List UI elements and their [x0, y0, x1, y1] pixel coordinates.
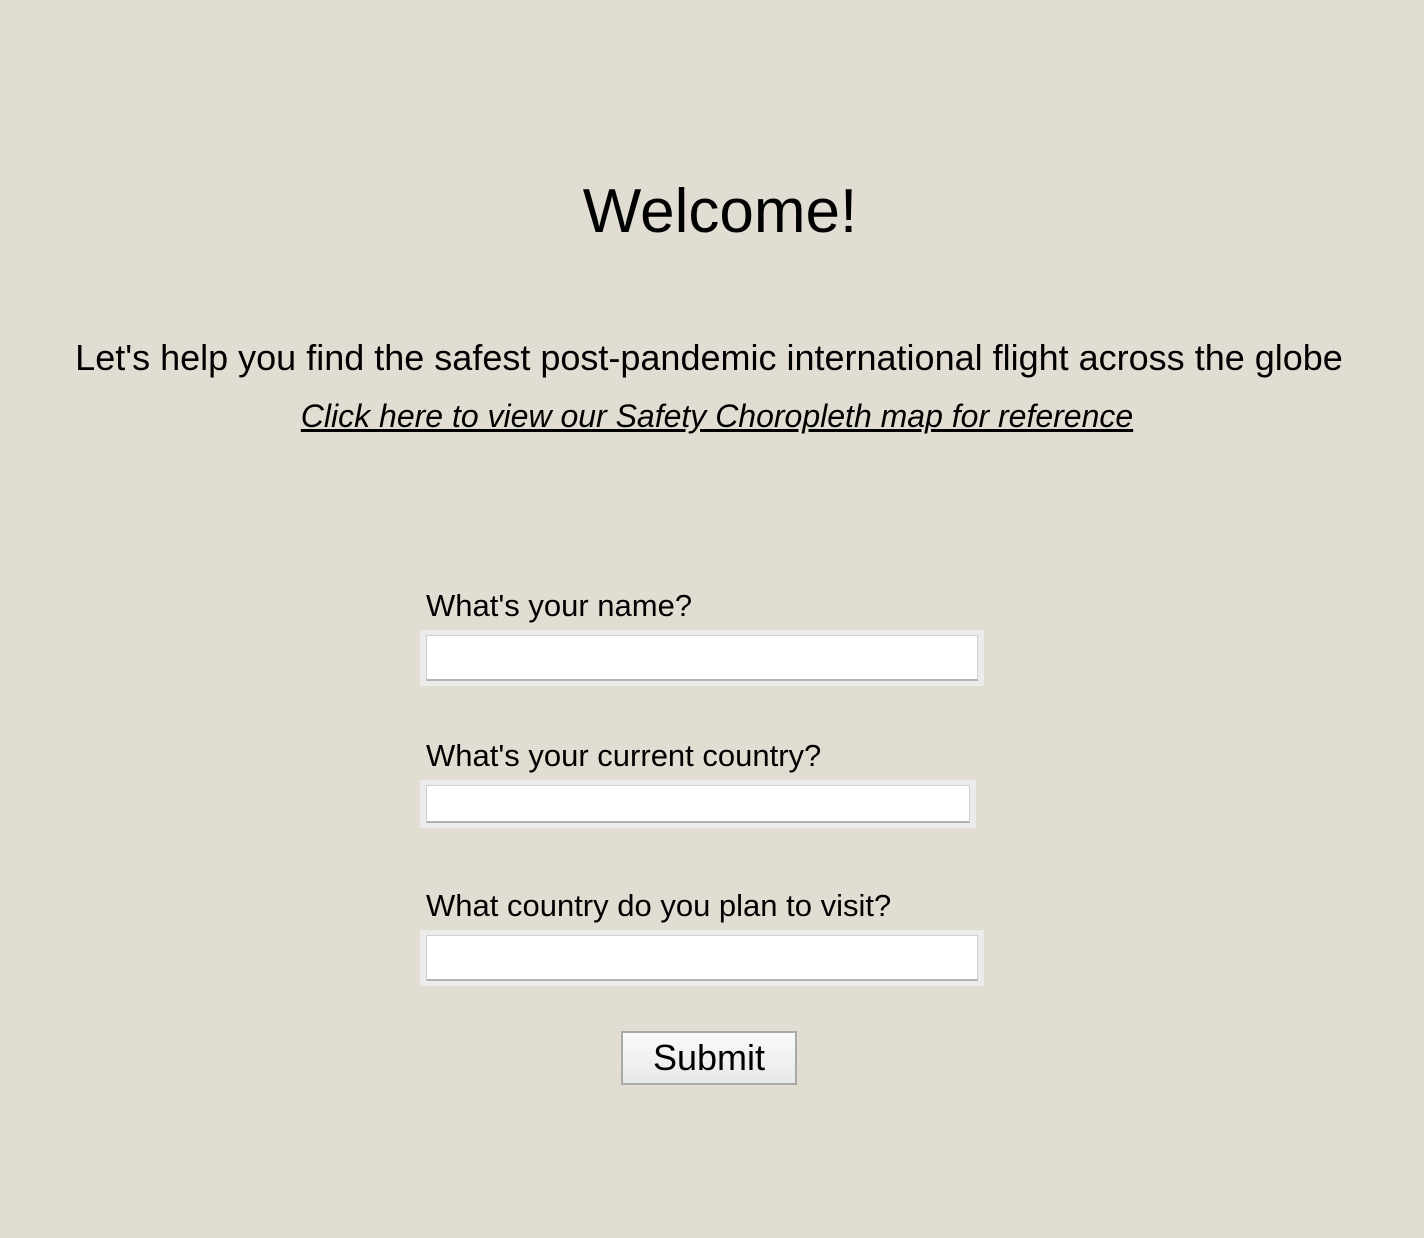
current-country-input[interactable] — [426, 785, 970, 823]
current-country-label: What's your current country? — [426, 738, 822, 773]
destination-input[interactable] — [426, 935, 978, 981]
name-input[interactable] — [426, 635, 978, 681]
welcome-page: Welcome! Let's help you find the safest … — [0, 0, 1424, 1238]
destination-field-frame — [420, 930, 984, 986]
name-label: What's your name? — [426, 588, 693, 623]
current-country-field-frame — [420, 780, 976, 828]
submit-button[interactable]: Submit — [621, 1031, 797, 1085]
name-field-frame — [420, 630, 984, 686]
page-subtitle: Let's help you find the safest post-pand… — [75, 337, 1343, 378]
page-title: Welcome! — [582, 177, 858, 246]
destination-label: What country do you plan to visit? — [426, 888, 892, 923]
choropleth-map-link[interactable]: Click here to view our Safety Choropleth… — [0, 396, 1424, 436]
